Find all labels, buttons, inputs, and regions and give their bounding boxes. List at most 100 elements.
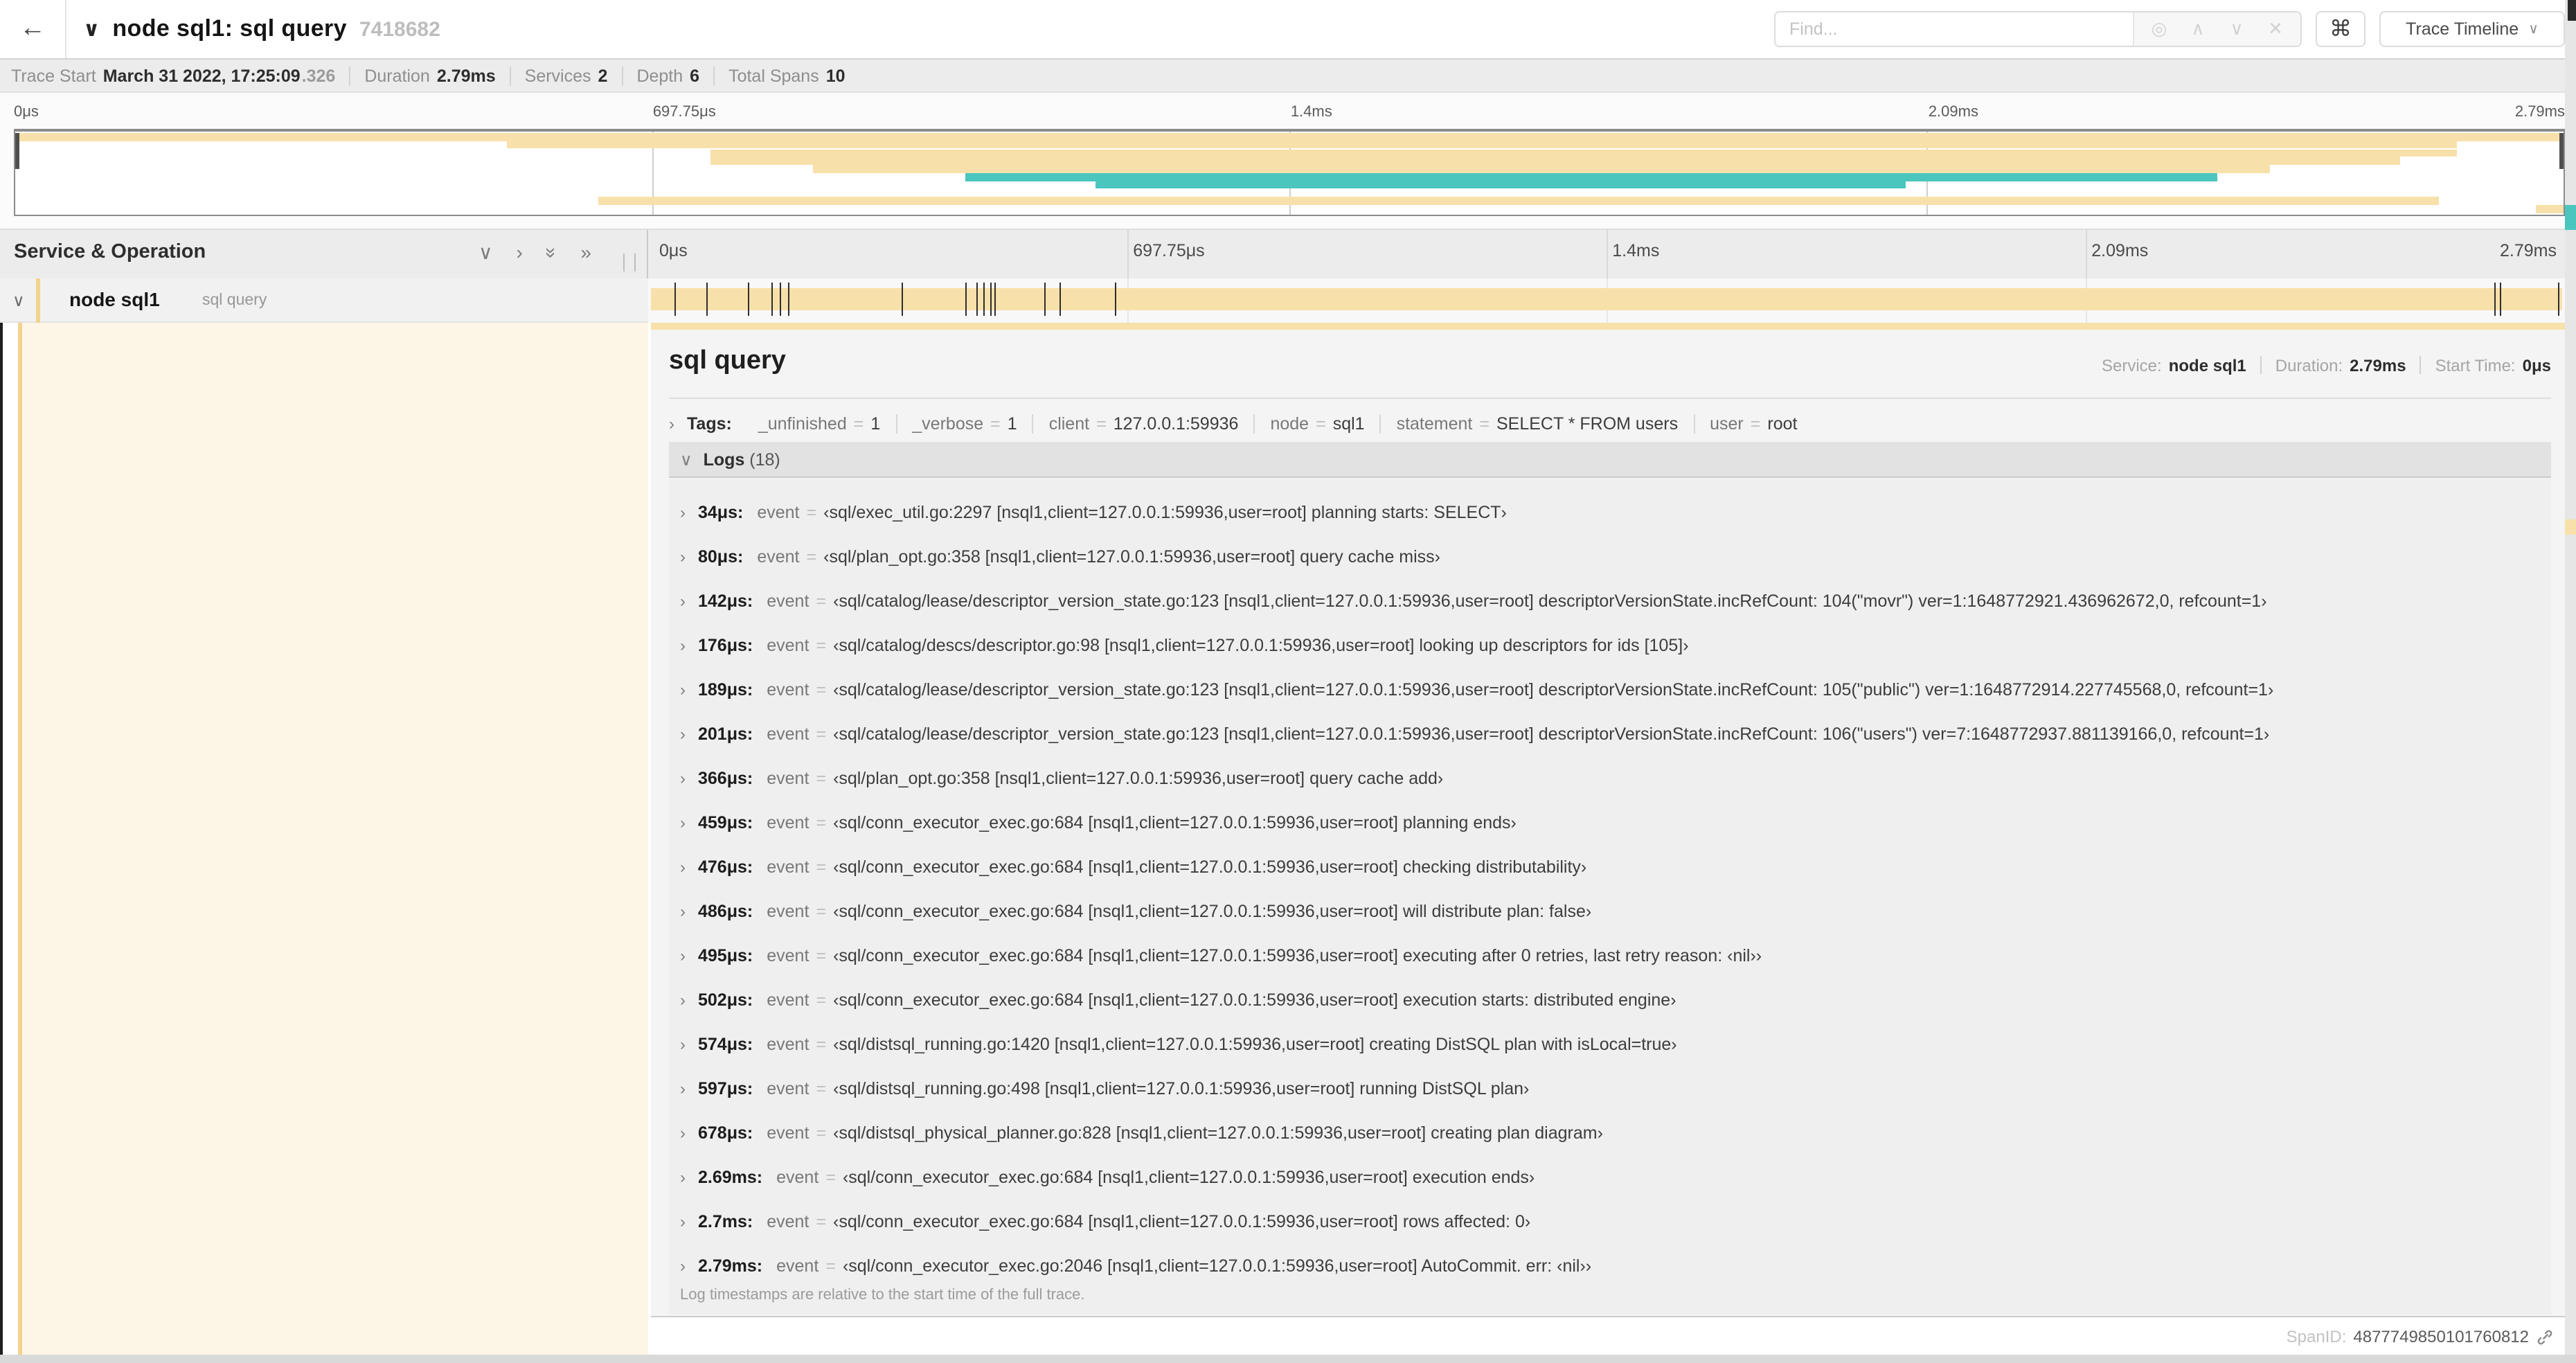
collapse-one-icon[interactable]: ∨ [478, 241, 493, 265]
minimap-span-bar [507, 141, 2457, 149]
log-expand-icon[interactable]: › [680, 591, 686, 611]
trace-title-group: ∨ node sql1: sql query 7418682 [83, 0, 440, 58]
log-marker-tick[interactable] [748, 283, 750, 316]
log-marker-tick[interactable] [976, 283, 978, 316]
span-operation-name: sql query [202, 292, 267, 309]
log-row[interactable]: › 366μs: event = ‹sql/plan_opt.go:358 [nsql1… [680, 756, 2540, 801]
minimap-span-bar [710, 149, 2457, 157]
log-row[interactable]: › 459μs: event = ‹sql/conn_executor_exec.go:… [680, 801, 2540, 845]
log-expand-icon[interactable]: › [680, 1123, 686, 1143]
log-expand-icon[interactable]: › [680, 503, 686, 522]
log-row[interactable]: › 495μs: event = ‹sql/conn_executor_exec.go:… [680, 934, 2540, 978]
log-marker-tick[interactable] [994, 283, 996, 316]
log-expand-icon[interactable]: › [680, 1256, 686, 1276]
span-row-timeline-cell[interactable] [648, 278, 2565, 323]
log-marker-tick[interactable] [2558, 283, 2560, 316]
log-row[interactable]: › 176μs: event = ‹sql/catalog/descs/descript… [680, 623, 2540, 668]
collapse-all-icon[interactable]: » [540, 247, 564, 258]
log-row[interactable]: › 2.7ms: event = ‹sql/conn_executor_exec.go:… [680, 1200, 2540, 1244]
tags-row[interactable]: › Tags: _unfinished = 1 _verbose = 1 client = 12… [669, 414, 1812, 434]
span-duration-bar[interactable] [651, 283, 2562, 316]
detail-duration-label: Duration: [2275, 355, 2343, 375]
logs-collapse-icon[interactable]: ∨ [680, 449, 692, 469]
view-dropdown[interactable]: Trace Timeline ∨ [2379, 11, 2565, 47]
log-marker-tick[interactable] [1044, 283, 1046, 316]
log-field-value: ‹sql/plan_opt.go:358 [nsql1,client=127.0… [833, 769, 1444, 788]
span-row-name-cell[interactable]: ∨ node sql1 sql query [0, 278, 648, 323]
log-marker-tick[interactable] [780, 283, 782, 316]
log-expand-icon[interactable]: › [680, 680, 686, 700]
logs-header[interactable]: ∨ Logs (18) [669, 442, 2551, 478]
log-marker-tick[interactable] [983, 283, 985, 316]
find-input[interactable] [1776, 12, 2133, 46]
log-row[interactable]: › 2.69ms: event = ‹sql/conn_executor_exec.go… [680, 1155, 2540, 1200]
minimap-right-drag-handle[interactable] [2559, 133, 2564, 169]
expand-all-icon[interactable]: » [580, 241, 591, 265]
span-row[interactable]: ∨ node sql1 sql query [0, 278, 2576, 323]
log-marker-tick[interactable] [771, 283, 773, 316]
clear-find-icon[interactable]: ✕ [2259, 18, 2292, 40]
log-marker-tick[interactable] [990, 283, 992, 316]
log-marker-tick[interactable] [2494, 283, 2496, 316]
log-row[interactable]: › 2.79ms: event = ‹sql/conn_executor_exec.go… [680, 1244, 2540, 1288]
log-row[interactable]: › 678μs: event = ‹sql/distsql_physical_plann… [680, 1111, 2540, 1155]
log-row[interactable]: › 142μs: event = ‹sql/catalog/lease/descript… [680, 579, 2540, 623]
log-expand-icon[interactable]: › [680, 769, 686, 788]
log-expand-icon[interactable]: › [680, 724, 686, 744]
log-expand-icon[interactable]: › [680, 636, 686, 655]
log-row[interactable]: › 574μs: event = ‹sql/distsql_running.go:142… [680, 1022, 2540, 1067]
expand-one-icon[interactable]: › [516, 241, 522, 265]
tag-item: _verbose = 1 [897, 414, 1034, 434]
log-marker-tick[interactable] [965, 283, 967, 316]
log-field-value: ‹sql/conn_executor_exec.go:684 [nsql1,cl… [833, 1212, 1531, 1231]
log-field-key: event [757, 547, 800, 567]
title-collapse-icon[interactable]: ∨ [83, 17, 100, 42]
log-marker-tick[interactable] [1059, 283, 1062, 316]
log-row[interactable]: › 80μs: event = ‹sql/plan_opt.go:358 [nsql1,… [680, 535, 2540, 579]
log-equals: = [825, 1168, 836, 1187]
log-expand-icon[interactable]: › [680, 813, 686, 832]
log-expand-icon[interactable]: › [680, 1212, 686, 1231]
log-row[interactable]: › 201μs: event = ‹sql/catalog/lease/descript… [680, 712, 2540, 756]
log-marker-tick[interactable] [788, 283, 790, 316]
log-expand-icon[interactable]: › [680, 990, 686, 1010]
focus-match-icon[interactable]: ◎ [2143, 18, 2176, 40]
right-edge-teal-fragment [2565, 205, 2576, 230]
deep-link-icon[interactable] [2536, 1328, 2554, 1346]
log-expand-icon[interactable]: › [680, 1079, 686, 1098]
log-row[interactable]: › 34μs: event = ‹sql/exec_util.go:2297 [nsql… [680, 490, 2540, 535]
log-field-key: event [757, 503, 800, 522]
log-marker-tick[interactable] [1115, 283, 1117, 316]
trace-duration: Duration 2.79ms [350, 66, 511, 85]
minimap-left-drag-handle[interactable] [15, 133, 19, 169]
log-expand-icon[interactable]: › [680, 857, 686, 877]
next-match-icon[interactable]: ∨ [2220, 18, 2253, 40]
column-resize-grip[interactable] [623, 253, 636, 271]
span-collapse-icon[interactable]: ∨ [12, 291, 25, 310]
log-row[interactable]: › 502μs: event = ‹sql/conn_executor_exec.go:… [680, 978, 2540, 1022]
log-expand-icon[interactable]: › [680, 547, 686, 567]
trace-start-fraction: .326 [301, 66, 336, 85]
keyboard-shortcuts-button[interactable]: ⌘ [2316, 11, 2365, 47]
span-color-accent [651, 323, 2565, 330]
log-row[interactable]: › 476μs: event = ‹sql/conn_executor_exec.go:… [680, 845, 2540, 889]
log-row[interactable]: › 597μs: event = ‹sql/distsql_running.go:498… [680, 1067, 2540, 1111]
back-button[interactable]: ← [0, 0, 66, 58]
log-expand-icon[interactable]: › [680, 1168, 686, 1187]
log-expand-icon[interactable]: › [680, 946, 686, 965]
tags-expand-icon[interactable]: › [669, 414, 674, 434]
log-expand-icon[interactable]: › [680, 1035, 686, 1054]
log-marker-tick[interactable] [674, 283, 676, 316]
log-equals: = [806, 503, 817, 522]
log-marker-tick[interactable] [2500, 283, 2502, 316]
prev-match-icon[interactable]: ∧ [2181, 18, 2215, 40]
log-marker-tick[interactable] [706, 283, 708, 316]
logs-footnote: Log timestamps are relative to the start… [680, 1287, 1085, 1303]
log-row[interactable]: › 189μs: event = ‹sql/catalog/lease/descript… [680, 668, 2540, 712]
log-expand-icon[interactable]: › [680, 902, 686, 921]
tag-equals: = [1316, 414, 1326, 434]
minimap-canvas[interactable] [14, 129, 2565, 216]
detail-duration: Duration: 2.79ms [2262, 355, 2422, 375]
log-row[interactable]: › 486μs: event = ‹sql/conn_executor_exec.go:… [680, 889, 2540, 934]
log-marker-tick[interactable] [902, 283, 904, 316]
